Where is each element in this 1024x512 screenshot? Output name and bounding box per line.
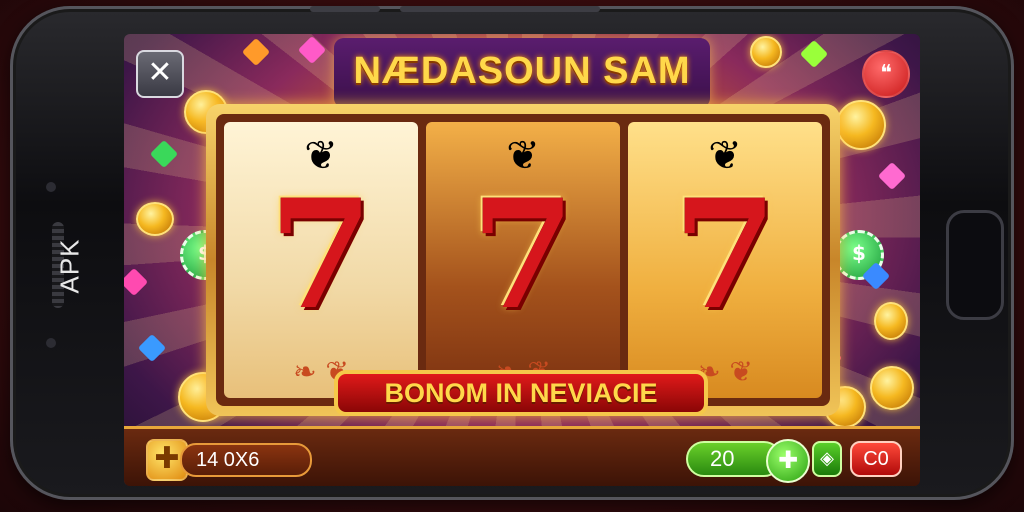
control-bar: ✚ 14 0X6 20 ✚ ◈ C0 [124, 426, 920, 486]
camera-icon [46, 338, 56, 348]
reel-1: ❦ 7 ❧ ❦ [224, 122, 418, 398]
spin-button[interactable]: ✚ [766, 439, 810, 483]
reel-2: ❦ 7 ❧ ❦ [426, 122, 620, 398]
max-bet-button[interactable]: C0 [850, 441, 902, 477]
title-plate: NÆDASOUN SAM [334, 38, 710, 108]
coin-icon [750, 36, 782, 68]
reel-symbol-seven: 7 [268, 167, 374, 343]
top-slot [400, 6, 600, 12]
coin-icon [874, 302, 908, 340]
auto-button[interactable]: ◈ [812, 441, 842, 477]
game-screen: $ $ NÆDASOUN SAM ✕ ❝ ❦ 7 ❧ ❦ ❦ 7 ❦ 7 ❧ ❦… [124, 34, 920, 486]
volume-button [310, 6, 380, 12]
phone-frame: APK $ $ NÆDASOUN SAM ✕ ❝ ❦ 7 ❧ ❦ ❦ 7 ❦ 7… [10, 6, 1014, 500]
balance-display: 14 0X6 [180, 443, 312, 477]
game-title: NÆDASOUN SAM [353, 50, 691, 92]
win-banner: BONOM IN NEVIACIE [334, 370, 708, 416]
coin-icon [836, 100, 886, 150]
coin-icon [870, 366, 914, 410]
sensor-icon [46, 182, 56, 192]
reels: ❦ 7 ❧ ❦ ❦ 7 ❧ ❦ ❦ 7 ❧ ❦ [216, 114, 830, 406]
reel-3: ❦ 7 ❧ ❦ [628, 122, 822, 398]
close-button[interactable]: ✕ [136, 50, 184, 98]
home-button[interactable] [946, 210, 1004, 320]
chat-bubble-icon[interactable]: ❝ [862, 50, 910, 98]
reel-symbol-seven: 7 [470, 167, 576, 343]
reel-symbol-seven: 7 [672, 167, 778, 343]
apk-label: APK [54, 238, 85, 294]
coin-icon [136, 202, 174, 236]
